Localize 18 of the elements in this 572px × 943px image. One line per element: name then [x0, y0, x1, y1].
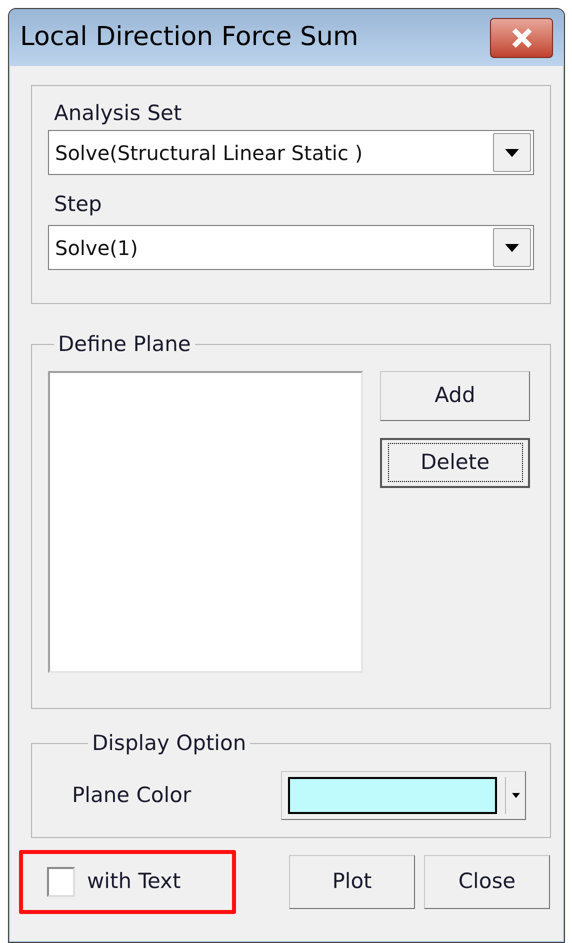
with-text-checkbox[interactable]: with Text	[19, 850, 236, 914]
close-icon	[510, 28, 534, 48]
plane-action-button[interactable]: Delete	[380, 438, 530, 488]
analysis-set-dropdown[interactable]: Solve(Structural Linear Static )	[48, 130, 534, 175]
dialog-button[interactable]: Close	[424, 855, 550, 909]
dropdown-arrow-icon[interactable]	[505, 776, 520, 814]
plane-color-picker[interactable]	[281, 770, 526, 820]
dialog-button[interactable]: Plot	[289, 855, 415, 909]
step-label: Step	[54, 191, 103, 218]
close-button[interactable]	[490, 18, 553, 58]
define-plane-title: Define Plane	[57, 331, 192, 358]
analysis-set-label: Analysis Set	[54, 100, 183, 127]
display-option-title: Display Option	[91, 730, 248, 757]
checkbox-icon	[47, 867, 75, 897]
window-title: Local Direction Force Sum	[20, 21, 358, 54]
step-dropdown[interactable]: Solve(1)	[48, 225, 534, 270]
plane-action-button[interactable]: Add	[380, 370, 530, 420]
plane-color-label: Plane Color	[72, 782, 192, 808]
